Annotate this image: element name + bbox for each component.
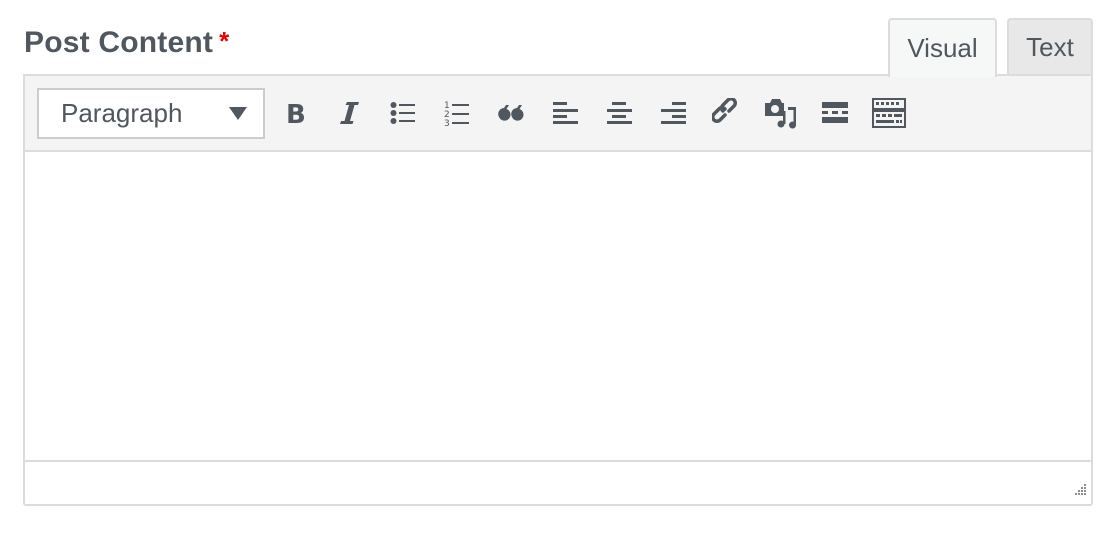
format-select-value: Paragraph — [61, 98, 183, 128]
tab-text-label: Text — [1026, 32, 1074, 62]
italic-icon — [340, 102, 359, 124]
insert-read-more-button[interactable] — [815, 93, 855, 133]
field-label-text: Post Content — [24, 26, 214, 59]
blockquote-icon — [498, 105, 524, 121]
svg-text:B: B — [286, 100, 306, 126]
bulleted-list-icon — [390, 102, 415, 124]
align-right-button[interactable] — [653, 93, 693, 133]
add-media-button[interactable] — [761, 93, 801, 133]
format-select[interactable]: Paragraph — [37, 88, 265, 139]
align-left-icon — [553, 102, 578, 124]
italic-button[interactable] — [329, 93, 369, 133]
rich-text-editor: Paragraph B 123 — [23, 74, 1093, 506]
align-left-button[interactable] — [545, 93, 585, 133]
media-icon — [765, 99, 797, 129]
editor-toolbar: Paragraph B 123 — [25, 76, 1091, 152]
keyboard-icon — [872, 98, 906, 128]
tab-visual[interactable]: Visual — [888, 18, 997, 77]
numbered-list-icon: 123 — [444, 101, 469, 127]
align-center-button[interactable] — [599, 93, 639, 133]
toolbar-toggle-button[interactable] — [869, 93, 909, 133]
insert-link-button[interactable] — [707, 93, 747, 133]
tab-visual-label: Visual — [907, 33, 978, 63]
editor-statusbar — [25, 460, 1091, 504]
blockquote-button[interactable] — [491, 93, 531, 133]
required-marker: * — [219, 26, 230, 56]
resize-handle-icon[interactable] — [1073, 482, 1087, 496]
svg-text:3: 3 — [444, 119, 450, 127]
bulleted-list-button[interactable] — [383, 93, 423, 133]
align-center-icon — [607, 102, 632, 124]
tab-text[interactable]: Text — [1007, 18, 1093, 75]
numbered-list-button[interactable]: 123 — [437, 93, 477, 133]
caret-down-icon — [229, 107, 247, 120]
read-more-icon — [822, 102, 848, 123]
bold-icon: B — [286, 100, 306, 126]
align-right-icon — [661, 102, 686, 124]
editor-content-area[interactable] — [25, 152, 1091, 462]
field-label: Post Content * — [24, 26, 229, 60]
bold-button[interactable]: B — [275, 93, 315, 133]
link-icon — [712, 98, 737, 123]
